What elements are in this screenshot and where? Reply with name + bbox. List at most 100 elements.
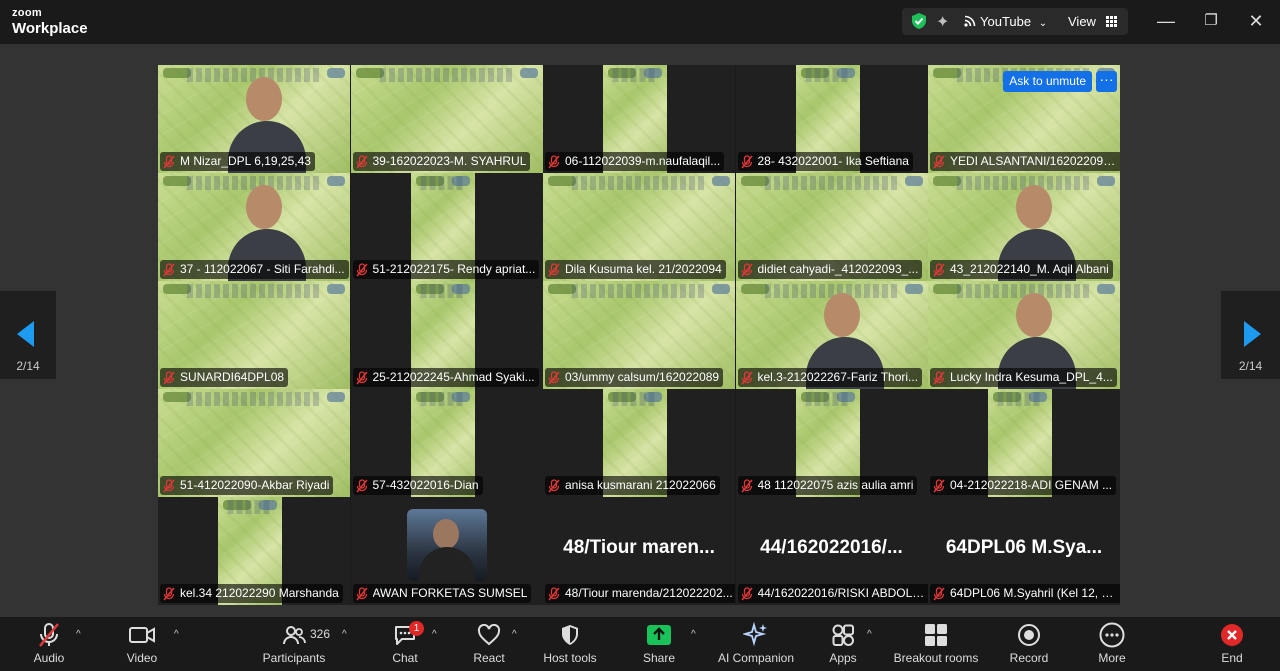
participant-name-label: AWAN FORKETAS SUMSEL: [352, 584, 532, 603]
participant-count: 326: [310, 627, 331, 641]
participant-tile[interactable]: 48 112022075 azis aulia amri: [735, 389, 928, 497]
participant-name-label: 06-112022039-m.naufalaqil...: [545, 152, 725, 171]
participant-name: 28- 432022001- Ika Seftiana: [757, 154, 909, 168]
video-options-caret[interactable]: ^: [174, 629, 179, 640]
participant-tile[interactable]: Dila Kusuma kel. 21/2022094: [543, 173, 735, 281]
participant-name: didiet cahyadi-_412022093_...: [757, 262, 919, 276]
participant-tile[interactable]: 25-212022245-Ahmad Syaki...: [350, 281, 543, 389]
participant-name-label: YEDI ALSANTANI/162022094...: [930, 152, 1120, 171]
participant-name-label: didiet cahyadi-_412022093_...: [737, 260, 923, 279]
microphone-muted-icon: [355, 154, 368, 168]
tile-more-options-button[interactable]: ···: [1096, 71, 1117, 92]
host-tools-label: Host tools: [543, 651, 597, 665]
participant-display-name: 44/162022016/...: [760, 537, 903, 558]
sparkle-icon[interactable]: ✦: [936, 12, 949, 32]
youtube-button[interactable]: YouTube ⌄: [964, 14, 1047, 29]
participant-tile[interactable]: AWAN FORKETAS SUMSEL: [350, 497, 543, 605]
participant-name-label: 04-212022218-ADI GENAM ...: [930, 476, 1117, 495]
participant-name-label: anisa kusmarani 212022066: [545, 476, 720, 495]
participant-tile[interactable]: 57-432022016-Dian: [350, 389, 543, 497]
participant-tile[interactable]: anisa kusmarani 212022066: [543, 389, 735, 497]
ask-to-unmute-button[interactable]: Ask to unmute: [1003, 71, 1092, 92]
participant-name: kel.3-212022267-Fariz Thori...: [757, 370, 919, 384]
video-camera-icon: [129, 627, 155, 643]
minimize-icon[interactable]: —: [1154, 10, 1178, 32]
participant-tile[interactable]: Lucky Indra Kesuma_DPL_4...: [928, 281, 1120, 389]
participants-options-caret[interactable]: ^: [342, 629, 347, 640]
participant-name-label: 48/Tiour marenda/212022202...: [545, 584, 735, 603]
participant-tile[interactable]: 64DPL06 M.Sya... 64DPL06 M.Syahril (Kel 1…: [928, 497, 1120, 605]
participants-label: Participants: [262, 651, 326, 665]
video-label: Video: [126, 651, 158, 665]
more-button[interactable]: More: [1094, 621, 1130, 669]
chevron-down-icon: ⌄: [1038, 18, 1048, 29]
participant-name: 57-432022016-Dian: [372, 478, 479, 492]
record-label: Record: [1009, 651, 1049, 665]
participant-tile[interactable]: kel.3-212022267-Fariz Thori...: [735, 281, 928, 389]
participant-tile[interactable]: 03/ummy calsum/162022089: [543, 281, 735, 389]
chat-button[interactable]: 1 Chat: [388, 621, 424, 669]
participant-tile[interactable]: 39-162022023-M. SYAHRUL: [350, 65, 543, 173]
chat-label: Chat: [392, 651, 418, 665]
apps-options-caret[interactable]: ^: [867, 629, 872, 640]
microphone-muted-icon: [163, 478, 175, 492]
microphone-muted-icon: [355, 586, 368, 600]
participant-tile[interactable]: SUNARDI64DPL08: [158, 281, 350, 389]
participant-name-label: Dila Kusuma kel. 21/2022094: [545, 260, 726, 279]
participants-button[interactable]: 326 Participants: [260, 621, 331, 669]
microphone-muted-icon: [740, 478, 753, 492]
participant-tile[interactable]: YEDI ALSANTANI/162022094... Ask to unmute…: [928, 65, 1120, 173]
participant-tile[interactable]: 06-112022039-m.naufalaqil...: [543, 65, 735, 173]
close-icon[interactable]: ✕: [1244, 10, 1268, 32]
view-button[interactable]: View: [1068, 14, 1117, 29]
host-tools-button[interactable]: Host tools: [538, 621, 602, 669]
participant-tile[interactable]: 51-212022175- Rendy apriat...: [350, 173, 543, 281]
prev-page-button[interactable]: 2/14: [0, 291, 56, 379]
participants-icon: [283, 626, 306, 645]
participant-name: kel.34 212022290 Marshanda: [180, 586, 339, 600]
participant-avatar: [406, 509, 487, 581]
shield-check-icon[interactable]: [910, 12, 928, 30]
participant-name-label: 51-212022175- Rendy apriat...: [352, 260, 540, 279]
participant-tile[interactable]: 44/162022016/... 44/162022016/RISKI ABDOL…: [735, 497, 928, 605]
react-label: React: [473, 651, 505, 665]
next-page-button[interactable]: 2/14: [1221, 291, 1280, 379]
title-toolbar-group: ✦ YouTube ⌄ View: [902, 8, 1128, 35]
microphone-muted-icon: [163, 586, 175, 600]
breakout-rooms-button[interactable]: Breakout rooms: [890, 621, 982, 669]
audio-options-caret[interactable]: ^: [76, 629, 81, 640]
participant-tile[interactable]: 04-212022218-ADI GENAM ...: [928, 389, 1120, 497]
microphone-muted-icon: [740, 586, 753, 600]
participant-tile[interactable]: M Nizar_DPL 6,19,25,43: [158, 65, 350, 173]
end-meeting-button[interactable]: End: [1214, 621, 1250, 669]
react-button[interactable]: React: [470, 621, 508, 669]
participant-name: Lucky Indra Kesuma_DPL_4...: [950, 370, 1113, 384]
microphone-muted-icon: [163, 370, 175, 384]
participant-name-label: 51-412022090-Akbar Riyadi: [160, 476, 334, 495]
participant-tile[interactable]: didiet cahyadi-_412022093_...: [735, 173, 928, 281]
restore-icon[interactable]: ❐: [1199, 10, 1223, 32]
audio-button[interactable]: Audio: [26, 621, 72, 669]
participant-name: YEDI ALSANTANI/162022094...: [950, 154, 1118, 168]
breakout-rooms-label: Breakout rooms: [893, 651, 979, 665]
participant-name: SUNARDI64DPL08: [180, 370, 285, 384]
video-button[interactable]: Video: [120, 621, 164, 669]
react-options-caret[interactable]: ^: [512, 629, 517, 640]
apps-button[interactable]: Apps: [826, 621, 860, 669]
participant-tile[interactable]: 48/Tiour maren... 48/Tiour marenda/212022…: [543, 497, 735, 605]
participant-tile[interactable]: kel.34 212022290 Marshanda: [158, 497, 350, 605]
ai-companion-button[interactable]: AI Companion: [714, 621, 798, 669]
participant-tile[interactable]: 43_212022140_M. Aqil Albani: [928, 173, 1120, 281]
share-options-caret[interactable]: ^: [691, 629, 696, 640]
participant-tile[interactable]: 51-412022090-Akbar Riyadi: [158, 389, 350, 497]
participant-name-label: 57-432022016-Dian: [352, 476, 483, 495]
share-button[interactable]: Share: [640, 621, 678, 669]
record-button[interactable]: Record: [1006, 621, 1052, 669]
share-screen-icon: [647, 625, 671, 645]
chat-options-caret[interactable]: ^: [432, 629, 437, 640]
arrow-right-icon: [1244, 321, 1261, 347]
participant-name-label: kel.3-212022267-Fariz Thori...: [737, 368, 923, 387]
participant-tile[interactable]: 37 - 112022067 - Siti Farahdi...: [158, 173, 350, 281]
participant-name-label: kel.34 212022290 Marshanda: [160, 584, 343, 603]
participant-tile[interactable]: 28- 432022001- Ika Seftiana: [735, 65, 928, 173]
